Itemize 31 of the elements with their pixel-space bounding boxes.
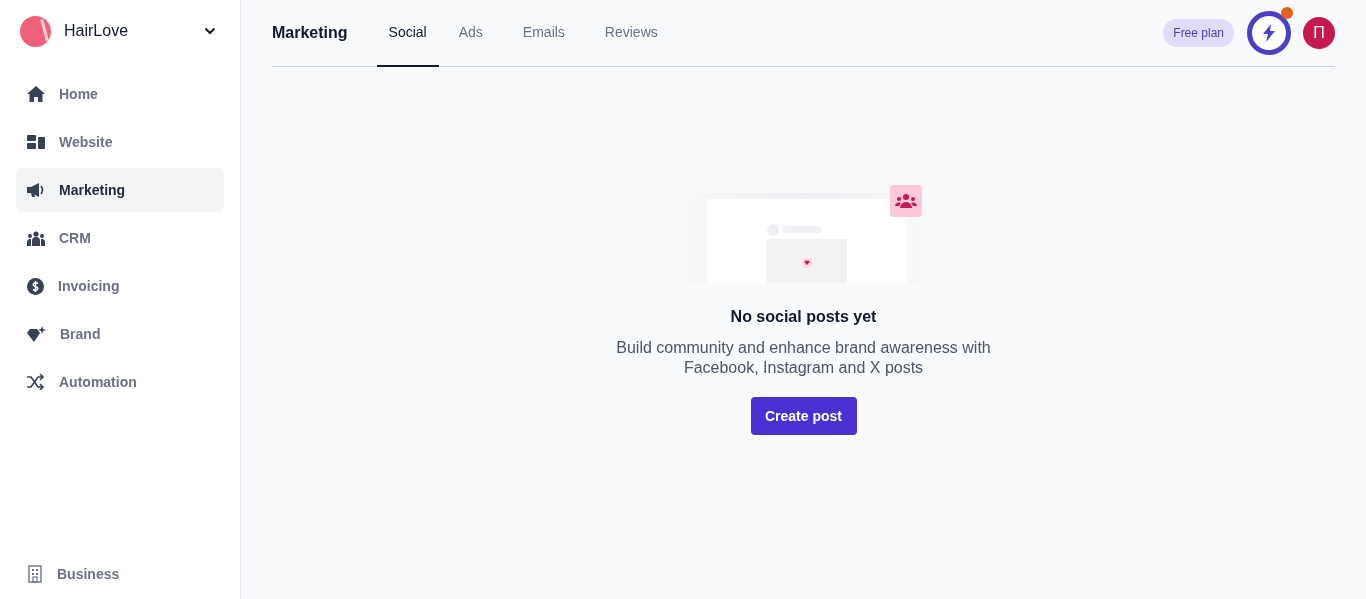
home-icon <box>27 86 45 102</box>
layout-icon <box>27 135 45 149</box>
sidebar-item[interactable]: Business <box>16 552 224 596</box>
chevron-down-icon[interactable] <box>204 27 216 35</box>
people-icon <box>27 230 45 246</box>
empty-state-description: Build community and enhance brand awareness with Facebook, Instagram and X posts <box>615 338 992 378</box>
plan-badge[interactable]: Free plan <box>1163 19 1234 47</box>
tab[interactable]: Ads <box>438 0 503 67</box>
tab[interactable]: Reviews <box>584 0 678 67</box>
empty-state-title: No social posts yet <box>730 307 877 327</box>
sidebar-item[interactable]: CRM <box>16 216 224 260</box>
sidebar-item[interactable]: Website <box>16 120 224 164</box>
sidebar-item[interactable]: Automation <box>16 360 224 404</box>
sidebar-item[interactable]: Invoicing <box>16 264 224 308</box>
building-icon <box>27 565 43 583</box>
shuffle-icon <box>27 374 45 390</box>
tab[interactable]: Social <box>376 0 439 67</box>
sidebar-item[interactable]: Brand <box>16 312 224 356</box>
sidebar-item[interactable]: Marketing <box>16 168 224 212</box>
tab[interactable]: Emails <box>502 0 585 67</box>
lightning-button[interactable] <box>1247 11 1291 55</box>
user-avatar[interactable]: П <box>1303 17 1335 49</box>
lightning-icon <box>1261 24 1277 42</box>
sidebar-item[interactable]: Home <box>16 72 224 116</box>
page-title: Marketing <box>272 23 348 43</box>
workspace-logo-icon <box>20 15 51 47</box>
gem-sparkle-icon <box>27 325 46 343</box>
workspace-name[interactable]: HairLove <box>64 19 204 43</box>
megaphone-icon <box>27 182 45 198</box>
create-post-button[interactable]: Create post <box>750 397 857 435</box>
dollar-icon <box>27 277 44 295</box>
